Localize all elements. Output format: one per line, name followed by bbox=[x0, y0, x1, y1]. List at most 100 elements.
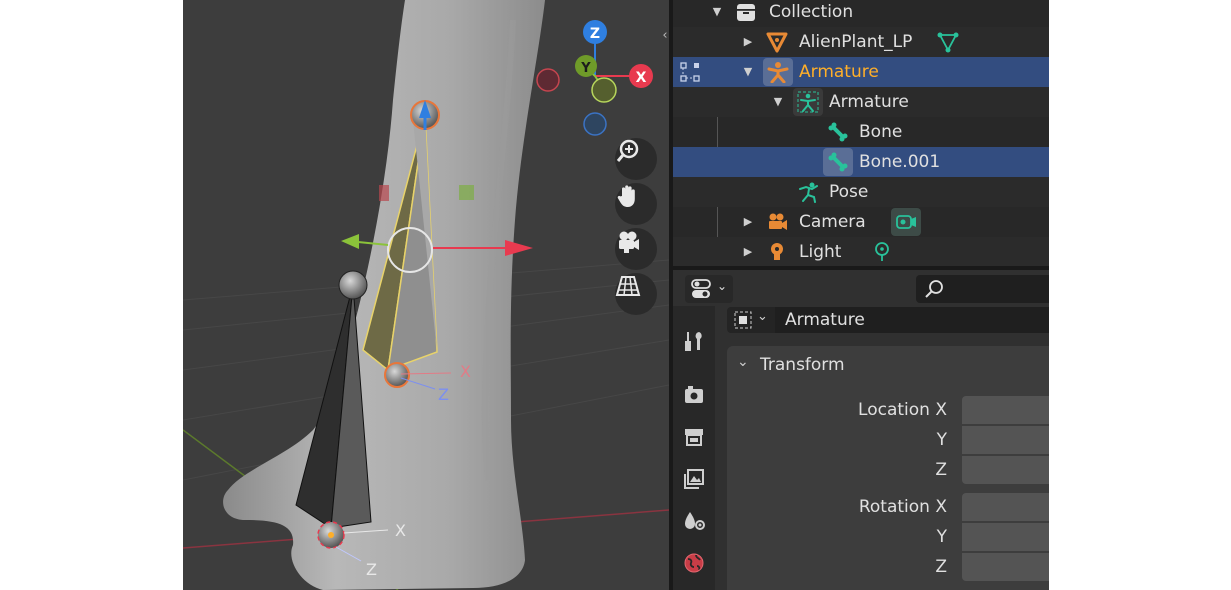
outliner-label: AlienPlant_LP bbox=[799, 32, 913, 52]
datablock-name: Armature bbox=[785, 310, 865, 330]
location-x-field[interactable] bbox=[962, 396, 1049, 424]
outliner-label: Light bbox=[799, 242, 842, 262]
properties-editor[interactable]: ⌄ ⌄ Armature ⌄ Transform Location X Y Z … bbox=[673, 270, 1049, 590]
world-globe-icon bbox=[684, 553, 704, 573]
expand-down-icon[interactable]: ▼ bbox=[771, 87, 785, 117]
properties-tab-bar bbox=[673, 306, 715, 590]
view-layer-icon bbox=[684, 469, 704, 489]
outliner-row-collection[interactable]: ▼ Collection bbox=[673, 0, 1049, 27]
move-y-arrow[interactable] bbox=[341, 234, 359, 249]
joint-ball-upper-tail[interactable] bbox=[384, 362, 410, 388]
location-z-label: Z bbox=[935, 460, 947, 480]
tab-view-layer[interactable] bbox=[679, 464, 709, 494]
3d-viewport[interactable]: X Z X Z Z X Y bbox=[183, 0, 669, 590]
outliner-row-bone[interactable]: Bone bbox=[673, 117, 1049, 147]
outliner-label: Collection bbox=[769, 2, 854, 22]
origin-dot bbox=[328, 532, 334, 538]
perspective-toggle-button[interactable] bbox=[615, 273, 657, 315]
tab-world[interactable] bbox=[679, 548, 709, 578]
orientation-gizmo[interactable]: Z X Y bbox=[536, 20, 653, 136]
expand-right-icon[interactable]: ▶ bbox=[741, 237, 755, 266]
camera-view-button[interactable] bbox=[615, 228, 657, 270]
gizmo-z-label: Z bbox=[590, 26, 600, 42]
tab-scene[interactable] bbox=[679, 506, 709, 536]
outliner-row-pose[interactable]: Pose bbox=[673, 177, 1049, 207]
outliner-row-light[interactable]: ▶ Light bbox=[673, 237, 1049, 266]
plane-handle-yz[interactable] bbox=[459, 185, 474, 200]
properties-search-field[interactable] bbox=[916, 275, 1049, 303]
light-object-icon bbox=[771, 243, 783, 260]
chevron-down-icon: ⌄ bbox=[757, 309, 768, 324]
location-y-field[interactable] bbox=[962, 426, 1049, 454]
mesh-object-icon bbox=[766, 32, 788, 53]
camera-data-icon[interactable] bbox=[895, 211, 917, 233]
plane-handle-xz[interactable] bbox=[379, 185, 389, 201]
expand-down-icon[interactable]: ▼ bbox=[741, 57, 755, 87]
transform-panel-header[interactable]: ⌄ Transform bbox=[727, 346, 1049, 384]
parent-hierarchy-icon[interactable] bbox=[679, 61, 701, 83]
rotation-y-label: Y bbox=[936, 527, 947, 547]
scene-icon bbox=[685, 512, 705, 530]
outliner-label: Camera bbox=[799, 212, 866, 232]
collection-box-icon bbox=[737, 4, 755, 21]
tab-render[interactable] bbox=[679, 379, 709, 409]
outliner-label-active: Armature bbox=[799, 62, 879, 82]
outliner-label: Pose bbox=[829, 182, 869, 202]
outliner-row-bone-001[interactable]: Bone.001 bbox=[673, 147, 1049, 177]
output-printer-icon bbox=[685, 429, 703, 446]
expand-right-icon[interactable]: ▶ bbox=[741, 207, 755, 237]
grid-icon bbox=[615, 276, 641, 296]
rotation-z-label: Z bbox=[935, 557, 947, 577]
expand-right-icon[interactable]: ▶ bbox=[741, 27, 755, 57]
gizmo-y-label: Y bbox=[580, 61, 591, 76]
outliner-panel[interactable]: ▼ Collection ▶ AlienPlant_LP ▼ Armature … bbox=[673, 0, 1049, 266]
rotation-y-field[interactable] bbox=[962, 523, 1049, 551]
location-z-field[interactable] bbox=[962, 456, 1049, 484]
rotation-x-field[interactable] bbox=[962, 493, 1049, 521]
outliner-label: Armature bbox=[829, 92, 909, 112]
armature-datablock-icon bbox=[734, 311, 752, 329]
gizmo-neg-x-ball[interactable] bbox=[536, 68, 560, 92]
pose-icon bbox=[799, 182, 818, 203]
properties-header: ⌄ bbox=[673, 270, 1049, 306]
datablock-name-field[interactable]: Armature bbox=[775, 307, 1049, 333]
location-x-label: Location X bbox=[858, 400, 947, 420]
pan-button[interactable] bbox=[615, 183, 657, 225]
chevron-down-icon: ⌄ bbox=[717, 279, 728, 293]
tool-wrench-icon bbox=[685, 332, 702, 351]
gizmo-neg-y-ball[interactable] bbox=[591, 77, 617, 103]
panel-title: Transform bbox=[760, 355, 845, 375]
editor-type-dropdown[interactable]: ⌄ bbox=[685, 275, 733, 303]
outliner-row-armature-object[interactable]: ▼ Armature bbox=[673, 57, 1049, 87]
camera-icon bbox=[619, 231, 639, 253]
bone-icon bbox=[828, 152, 848, 172]
render-camera-back-icon bbox=[685, 386, 703, 403]
hand-icon bbox=[617, 185, 635, 207]
panel-collapse-chevron-icon: ⌄ bbox=[737, 354, 749, 370]
gizmo-neg-z-ball[interactable] bbox=[583, 112, 607, 136]
viewport-scene: X Z X Z Z X Y bbox=[183, 0, 669, 590]
mesh-data-icon[interactable] bbox=[937, 31, 959, 53]
tab-output[interactable] bbox=[679, 422, 709, 452]
outliner-row-camera[interactable]: ▶ Camera bbox=[673, 207, 1049, 237]
bone-icon bbox=[828, 122, 848, 142]
lower-z-label: Z bbox=[366, 560, 377, 579]
zoom-icon bbox=[616, 139, 639, 162]
datablock-selector[interactable]: ⌄ Armature bbox=[727, 307, 1049, 333]
rotation-z-field[interactable] bbox=[962, 553, 1049, 581]
joint-ball-lower-head[interactable] bbox=[338, 270, 368, 300]
rotation-x-label: Rotation X bbox=[858, 497, 947, 517]
expand-down-icon[interactable]: ▼ bbox=[710, 0, 724, 27]
outliner-row-alienplant[interactable]: ▶ AlienPlant_LP bbox=[673, 27, 1049, 57]
lower-x-label: X bbox=[395, 521, 406, 540]
tab-tool[interactable] bbox=[679, 326, 709, 356]
outliner-row-armature-data[interactable]: ▼ Armature bbox=[673, 87, 1049, 117]
zoom-button[interactable] bbox=[615, 138, 657, 180]
light-data-icon[interactable] bbox=[871, 241, 893, 263]
move-x-arrow[interactable] bbox=[505, 240, 533, 256]
upper-x-label: X bbox=[460, 362, 471, 381]
camera-object-icon bbox=[769, 213, 787, 230]
outliner-label: Bone bbox=[859, 122, 903, 142]
upper-z-label: Z bbox=[438, 385, 449, 404]
armature-object-icon bbox=[767, 62, 789, 83]
